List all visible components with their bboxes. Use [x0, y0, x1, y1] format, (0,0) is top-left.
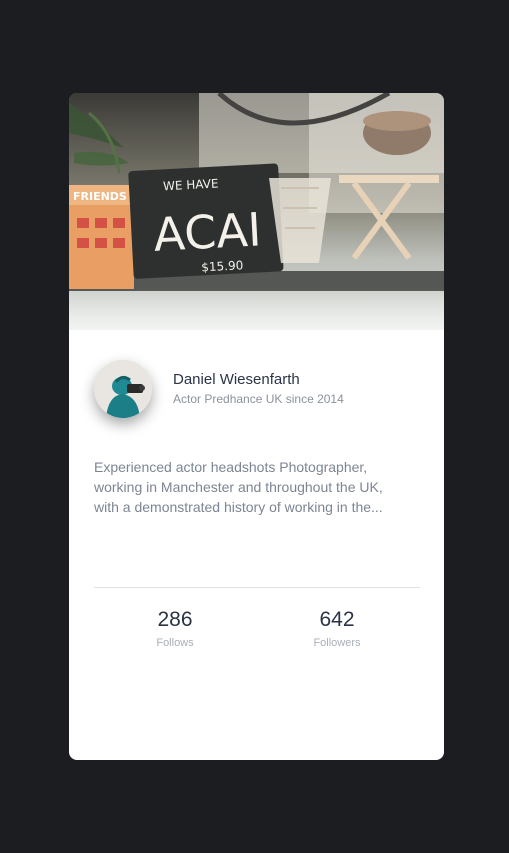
avatar[interactable]	[94, 360, 152, 418]
follows-label: Follows	[156, 637, 194, 649]
profile-card: FRIENDS WE HAVE ACAI $15.90 Daniel Wiese…	[69, 93, 444, 760]
profile-bio: Experienced actor headshots Photographer…	[94, 457, 420, 517]
divider	[94, 587, 420, 588]
stat-followers[interactable]: 642 Followers	[277, 608, 397, 650]
stat-follows[interactable]: 286 Follows	[115, 608, 235, 650]
bio-line: with a demonstrated history of working i…	[94, 499, 383, 515]
followers-label: Followers	[313, 637, 361, 649]
follows-count: 286	[157, 608, 193, 631]
profile-name: Daniel Wiesenfarth	[173, 371, 300, 388]
bio-line: Experienced actor headshots Photographer…	[94, 459, 368, 475]
followers-count: 642	[319, 608, 355, 631]
profile-subtitle: Actor Predhance UK since 2014	[173, 392, 344, 406]
cover-photo-illustration: FRIENDS WE HAVE ACAI $15.90	[69, 93, 444, 330]
cover-image: FRIENDS WE HAVE ACAI $15.90	[69, 93, 444, 330]
profile-header: Daniel Wiesenfarth Actor Predhance UK si…	[94, 360, 344, 418]
avatar-photo	[94, 360, 152, 418]
bio-line: working in Manchester and throughout the…	[94, 479, 383, 495]
